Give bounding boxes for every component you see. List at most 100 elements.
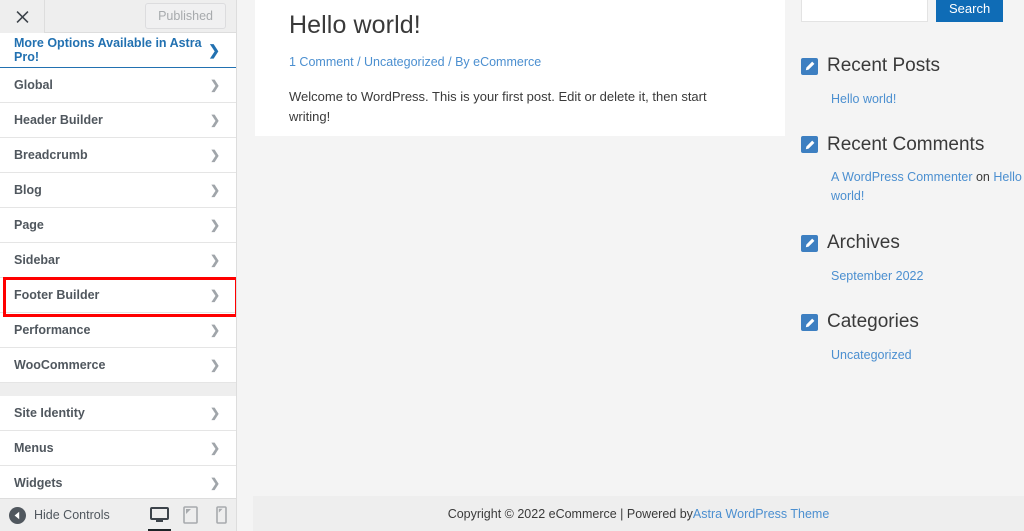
sidebar-item-menus[interactable]: Menus ❯ xyxy=(0,431,236,466)
post-excerpt: Welcome to WordPress. This is your first… xyxy=(289,87,751,126)
widget-list: Uncategorized xyxy=(801,346,1024,365)
hide-controls-label: Hide Controls xyxy=(34,508,110,522)
site-footer: Copyright © 2022 eCommerce | Powered by … xyxy=(253,496,1024,531)
archive-link[interactable]: September 2022 xyxy=(831,269,923,283)
hide-controls-button[interactable]: Hide Controls xyxy=(9,507,110,524)
meta-separator: / xyxy=(354,55,364,69)
chevron-right-icon: ❯ xyxy=(210,324,222,336)
sidebar-item-global[interactable]: Global ❯ xyxy=(0,68,236,103)
post-card: Hello world! 1 Comment / Uncategorized /… xyxy=(255,0,785,136)
customizer-sidebar: Published More Options Available in Astr… xyxy=(0,0,237,531)
chevron-right-icon: ❯ xyxy=(210,289,222,301)
post-author-link[interactable]: By eCommerce xyxy=(455,55,541,69)
sidebar-item-site-identity[interactable]: Site Identity ❯ xyxy=(0,396,236,431)
chevron-right-icon: ❯ xyxy=(210,149,222,161)
widget-title: Recent Comments xyxy=(827,134,984,157)
widget-categories: Categories Uncategorized xyxy=(801,311,1024,365)
device-tablet-icon[interactable] xyxy=(175,499,206,531)
search-widget: Search xyxy=(801,0,1024,22)
edit-pencil-icon[interactable] xyxy=(801,136,818,153)
widget-heading: Recent Comments xyxy=(801,134,1024,157)
sidebar-item-breadcrumb[interactable]: Breadcrumb ❯ xyxy=(0,138,236,173)
chevron-right-icon: ❯ xyxy=(210,477,222,489)
sidebar-item-label: Breadcrumb xyxy=(14,148,210,162)
chevron-right-icon: ❯ xyxy=(210,442,222,454)
sidebar-item-label: Site Identity xyxy=(14,406,210,420)
list-item: A WordPress Commenter on Hello world! xyxy=(831,168,1024,206)
sidebar-item-label: Performance xyxy=(14,323,210,337)
sidebar-item-header-builder[interactable]: Header Builder ❯ xyxy=(0,103,236,138)
widget-heading: Archives xyxy=(801,232,1024,255)
list-item: Uncategorized xyxy=(831,346,1024,365)
customizer-footer-bar: Hide Controls xyxy=(0,498,237,531)
section-divider xyxy=(0,383,236,396)
footer-copyright-text: Copyright © 2022 eCommerce | Powered by xyxy=(448,507,693,521)
customizer-group-site: Site Identity ❯ Menus ❯ Widgets ❯ xyxy=(0,396,236,501)
widget-title: Categories xyxy=(827,311,919,334)
site-widget-sidebar: Search Recent Posts xyxy=(801,0,1024,368)
sidebar-item-blog[interactable]: Blog ❯ xyxy=(0,173,236,208)
sidebar-item-label: Widgets xyxy=(14,476,210,490)
customizer-group-theme: More Options Available in Astra Pro! ❯ G… xyxy=(0,33,236,383)
post-meta: 1 Comment / Uncategorized / By eCommerce xyxy=(289,54,751,72)
sidebar-item-label: Header Builder xyxy=(14,113,210,127)
collapse-arrow-icon xyxy=(9,507,26,524)
wordpress-customizer-screen: Published More Options Available in Astr… xyxy=(0,0,1024,531)
meta-separator: / xyxy=(445,55,455,69)
widget-recent-comments: Recent Comments A WordPress Commenter on… xyxy=(801,134,1024,206)
chevron-right-icon: ❯ xyxy=(208,43,222,57)
close-icon[interactable] xyxy=(0,0,45,33)
sidebar-item-label: Blog xyxy=(14,183,210,197)
sidebar-item-label: Footer Builder xyxy=(14,288,210,302)
customizer-header: Published xyxy=(0,0,236,33)
widget-spacer xyxy=(801,112,1024,134)
published-button[interactable]: Published xyxy=(145,3,226,29)
chevron-right-icon: ❯ xyxy=(210,359,222,371)
device-desktop-icon[interactable] xyxy=(144,499,175,531)
chevron-right-icon: ❯ xyxy=(210,407,222,419)
device-mobile-icon[interactable] xyxy=(206,499,237,531)
sidebar-item-astra-pro[interactable]: More Options Available in Astra Pro! ❯ xyxy=(0,33,236,68)
sidebar-item-page[interactable]: Page ❯ xyxy=(0,208,236,243)
recent-post-link[interactable]: Hello world! xyxy=(831,92,896,106)
sidebar-item-label: Sidebar xyxy=(14,253,210,267)
sidebar-item-performance[interactable]: Performance ❯ xyxy=(0,313,236,348)
post-category-link[interactable]: Uncategorized xyxy=(364,55,445,69)
comment-author-link[interactable]: A WordPress Commenter xyxy=(831,170,972,184)
sidebar-item-widgets[interactable]: Widgets ❯ xyxy=(0,466,236,501)
header-spacer xyxy=(45,0,145,33)
widget-spacer xyxy=(801,209,1024,232)
list-item: Hello world! xyxy=(831,90,1024,109)
widget-list: September 2022 xyxy=(801,267,1024,286)
edit-pencil-icon[interactable] xyxy=(801,58,818,75)
customizer-section-list[interactable]: More Options Available in Astra Pro! ❯ G… xyxy=(0,33,236,531)
site-content-area: Hello world! 1 Comment / Uncategorized /… xyxy=(253,0,1024,496)
chevron-right-icon: ❯ xyxy=(210,184,222,196)
sidebar-item-footer-builder[interactable]: Footer Builder ❯ xyxy=(0,278,236,313)
chevron-right-icon: ❯ xyxy=(210,219,222,231)
footer-theme-link[interactable]: Astra WordPress Theme xyxy=(693,507,829,521)
sidebar-item-label: Page xyxy=(14,218,210,232)
sidebar-item-sidebar[interactable]: Sidebar ❯ xyxy=(0,243,236,278)
sidebar-item-label: WooCommerce xyxy=(14,358,210,372)
widget-title: Recent Posts xyxy=(827,55,940,78)
sidebar-item-label: Menus xyxy=(14,441,210,455)
edit-pencil-icon[interactable] xyxy=(801,314,818,331)
sidebar-item-woocommerce[interactable]: WooCommerce ❯ xyxy=(0,348,236,383)
post-title: Hello world! xyxy=(289,0,751,42)
search-button[interactable]: Search xyxy=(936,0,1003,22)
widget-list: A WordPress Commenter on Hello world! xyxy=(801,168,1024,206)
widget-archives: Archives September 2022 xyxy=(801,232,1024,286)
widget-heading: Recent Posts xyxy=(801,55,1024,78)
chevron-right-icon: ❯ xyxy=(210,114,222,126)
post-comments-link[interactable]: 1 Comment xyxy=(289,55,354,69)
widget-list: Hello world! xyxy=(801,90,1024,109)
category-link[interactable]: Uncategorized xyxy=(831,348,912,362)
site-preview-inner: Hello world! 1 Comment / Uncategorized /… xyxy=(253,0,1024,531)
edit-pencil-icon[interactable] xyxy=(801,235,818,252)
widget-recent-posts: Recent Posts Hello world! xyxy=(801,55,1024,109)
widget-spacer xyxy=(801,288,1024,311)
search-input[interactable] xyxy=(801,0,928,22)
chevron-right-icon: ❯ xyxy=(210,254,222,266)
widget-title: Archives xyxy=(827,232,900,255)
